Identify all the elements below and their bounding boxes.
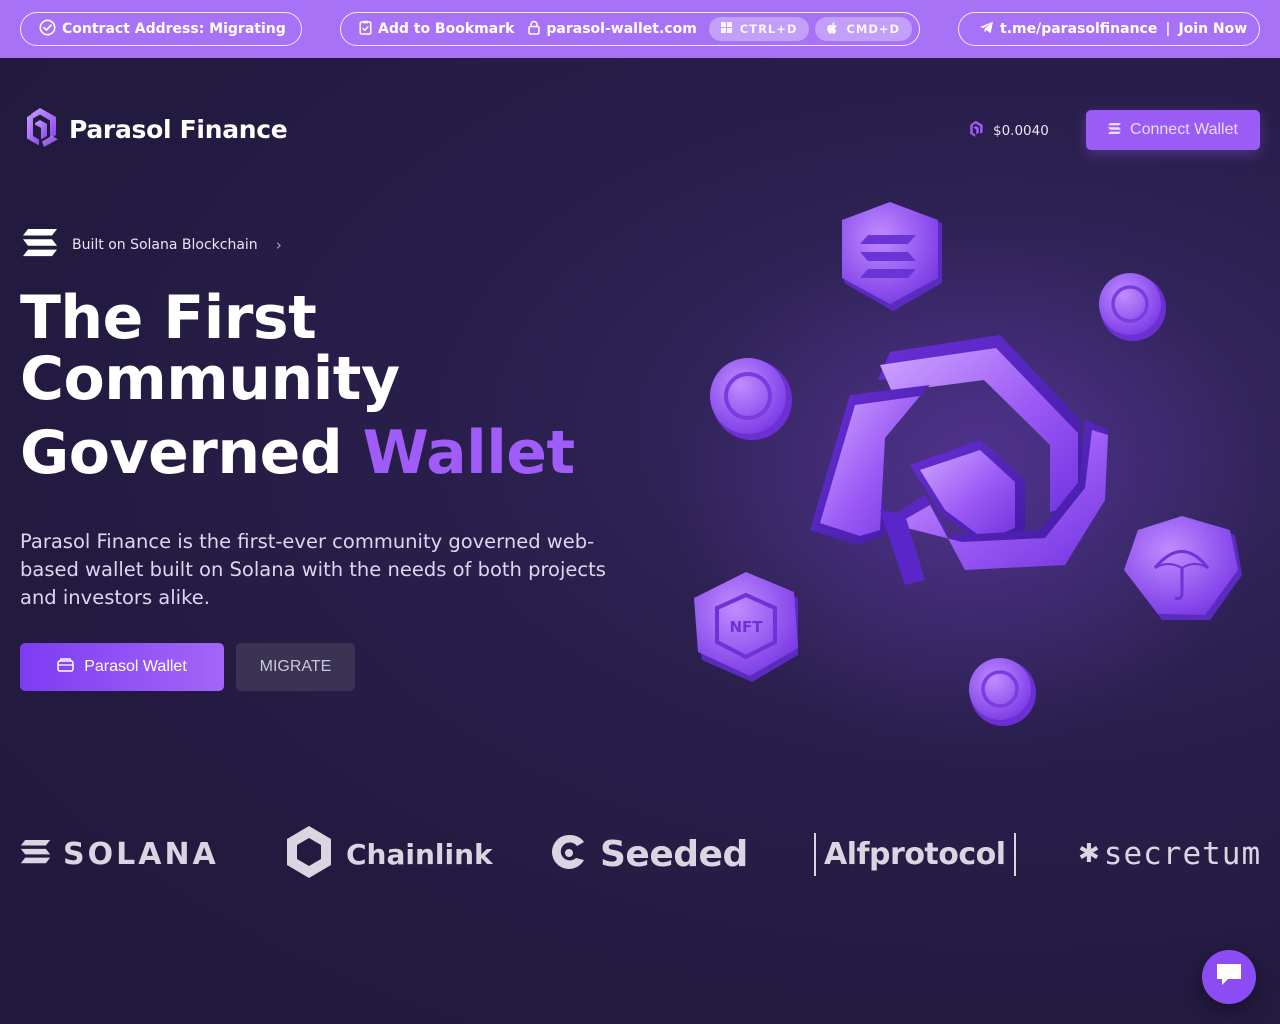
check-circle-icon <box>39 19 56 40</box>
chat-icon <box>1214 961 1244 993</box>
mac-shortcut-label: CMD+D <box>846 22 901 36</box>
asterisk-icon: ✱ <box>1078 839 1100 869</box>
solana-icon <box>20 838 51 870</box>
partner-solana[interactable]: SOLANA <box>20 822 219 886</box>
migrate-label: MIGRATE <box>259 658 332 675</box>
parasol-wallet-button[interactable]: Parasol Wallet <box>20 643 224 691</box>
telegram-separator: | <box>1165 21 1171 37</box>
windows-icon <box>720 22 732 36</box>
solana-icon <box>1108 121 1122 139</box>
partner-chainlink-label: Chainlink <box>346 837 493 871</box>
partner-alfprotocol[interactable]: Alfprotocol <box>814 822 1016 886</box>
contract-address-pill[interactable]: Contract Address: Migrating <box>20 12 302 46</box>
chainlink-icon <box>284 824 334 884</box>
hero-title-accent: Wallet <box>362 418 576 488</box>
lock-icon <box>528 20 541 39</box>
partner-solana-label: SOLANA <box>63 836 219 872</box>
partner-secretum[interactable]: ✱ secretum <box>1078 822 1261 886</box>
connect-wallet-label: Connect Wallet <box>1130 121 1238 138</box>
solana-icon <box>22 228 58 262</box>
partner-seeded[interactable]: Seeded <box>550 822 748 886</box>
partner-alfprotocol-label: Alfprotocol <box>824 836 1006 872</box>
hero-title-plain: Governed <box>20 418 343 488</box>
partner-secretum-label: secretum <box>1103 836 1262 872</box>
telegram-link: t.me/parasolfinance <box>1000 21 1158 37</box>
hero-title-line2: Community <box>20 344 400 414</box>
token-price-value: $0.0040 <box>993 123 1049 139</box>
hero-title-line3: Governed Wallet <box>20 423 575 483</box>
wallet-icon <box>57 657 74 677</box>
hero-title-line1: The First <box>20 283 317 353</box>
telegram-pill[interactable]: t.me/parasolfinance | Join Now <box>958 12 1260 46</box>
contract-address-label: Contract Address: Migrating <box>62 21 286 37</box>
hero-description: Parasol Finance is the first-ever commun… <box>20 530 606 609</box>
apple-icon <box>827 21 838 37</box>
migrate-button[interactable]: MIGRATE <box>236 643 355 691</box>
brand-logo[interactable]: Parasol Finance <box>22 106 288 152</box>
token-price: $0.0040 <box>968 120 1049 142</box>
built-on-solana-chip[interactable]: Built on Solana Blockchain › <box>22 228 282 262</box>
windows-shortcut: CTRL+D <box>708 17 810 41</box>
parasol-wallet-label: Parasol Wallet <box>84 658 187 675</box>
parasol-token-icon <box>968 120 984 142</box>
partner-seeded-label: Seeded <box>600 833 748 875</box>
chevron-right-icon: › <box>275 236 282 254</box>
windows-shortcut-label: CTRL+D <box>739 22 798 36</box>
site-domain: parasol-wallet.com <box>546 21 697 37</box>
bookmark-label: Add to Bookmark <box>378 21 515 37</box>
partner-chainlink[interactable]: Chainlink <box>284 822 493 886</box>
hero-illustration: NFT <box>670 190 1270 750</box>
svg-text:NFT: NFT <box>729 618 763 636</box>
parasol-logo-icon <box>22 106 59 152</box>
seeded-icon <box>550 832 588 876</box>
brand-name: Parasol Finance <box>69 114 288 144</box>
join-now-link[interactable]: Join Now <box>1178 21 1247 37</box>
bookmark-pill[interactable]: Add to Bookmark parasol-wallet.com CTRL+… <box>340 12 920 46</box>
clipboard-icon <box>359 20 372 39</box>
mac-shortcut: CMD+D <box>815 17 913 41</box>
telegram-icon <box>979 21 994 38</box>
chat-widget-button[interactable] <box>1202 950 1256 1004</box>
built-on-solana-label: Built on Solana Blockchain <box>72 237 258 253</box>
connect-wallet-button[interactable]: Connect Wallet <box>1086 110 1260 150</box>
announcement-bar: Contract Address: Migrating Add to Bookm… <box>0 0 1280 58</box>
